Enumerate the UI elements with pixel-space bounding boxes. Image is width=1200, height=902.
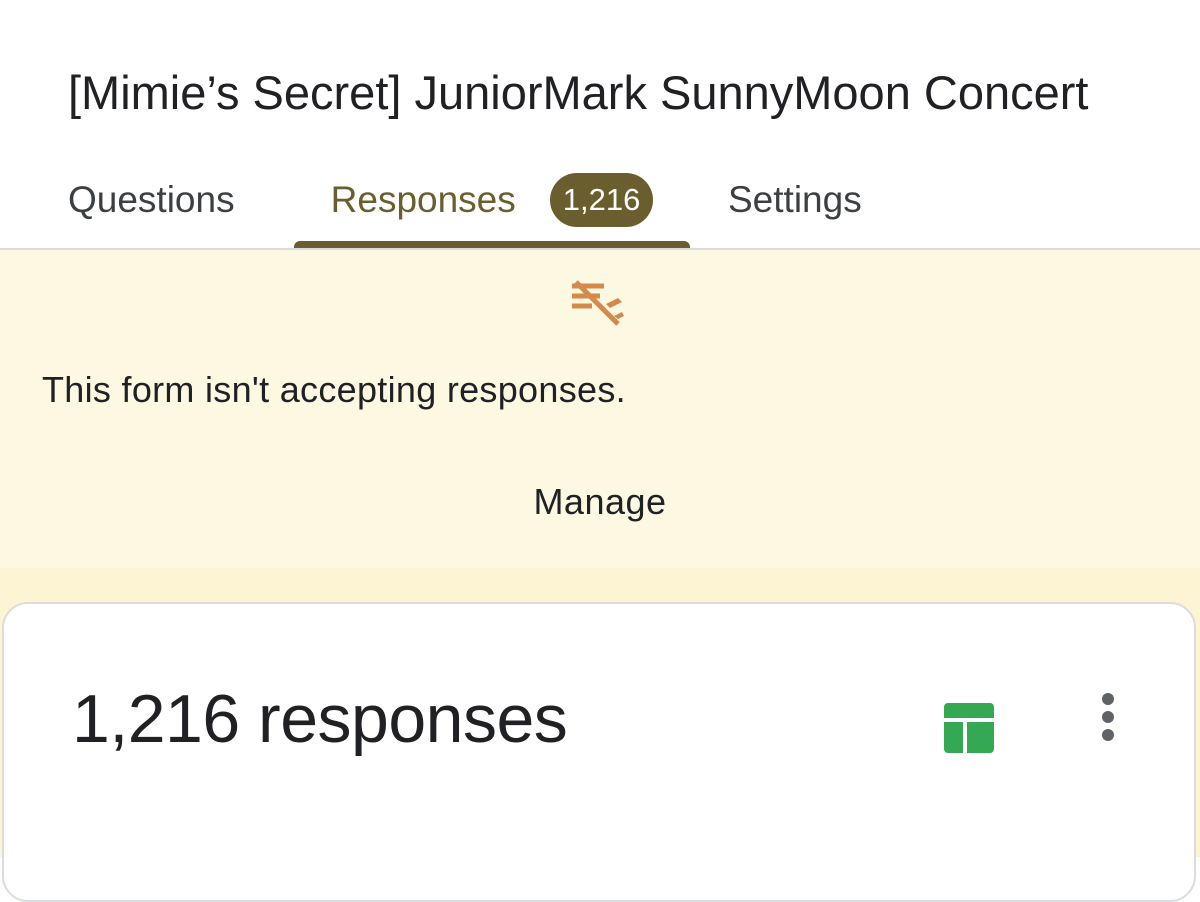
responses-off-icon <box>566 276 630 328</box>
responses-count-heading: 1,216 responses <box>72 681 568 757</box>
tab-questions[interactable]: Questions <box>68 150 235 250</box>
tab-bar: Questions Responses 1,216 Settings <box>0 150 1200 250</box>
tab-settings[interactable]: Settings <box>728 150 862 250</box>
tab-questions-label: Questions <box>68 179 235 220</box>
banner-message: This form isn't accepting responses. <box>42 369 626 410</box>
tab-settings-label: Settings <box>728 179 862 220</box>
tab-responses[interactable]: Responses 1,216 <box>294 150 690 250</box>
form-header: [Mimie’s Secret] JuniorMark SunnyMoon Co… <box>0 0 1200 250</box>
manage-button[interactable]: Manage <box>480 470 720 534</box>
responses-count-badge: 1,216 <box>549 173 654 227</box>
form-title: [Mimie’s Secret] JuniorMark SunnyMoon Co… <box>68 66 1089 119</box>
more-options-button[interactable] <box>1076 684 1140 752</box>
google-sheets-icon <box>942 701 996 758</box>
not-accepting-banner: This form isn't accepting responses. Man… <box>0 250 1200 568</box>
more-vert-icon <box>1098 691 1118 746</box>
tab-responses-label: Responses <box>330 179 516 220</box>
link-to-sheets-button[interactable] <box>928 688 1010 770</box>
responses-summary-card: 1,216 responses <box>2 602 1196 902</box>
